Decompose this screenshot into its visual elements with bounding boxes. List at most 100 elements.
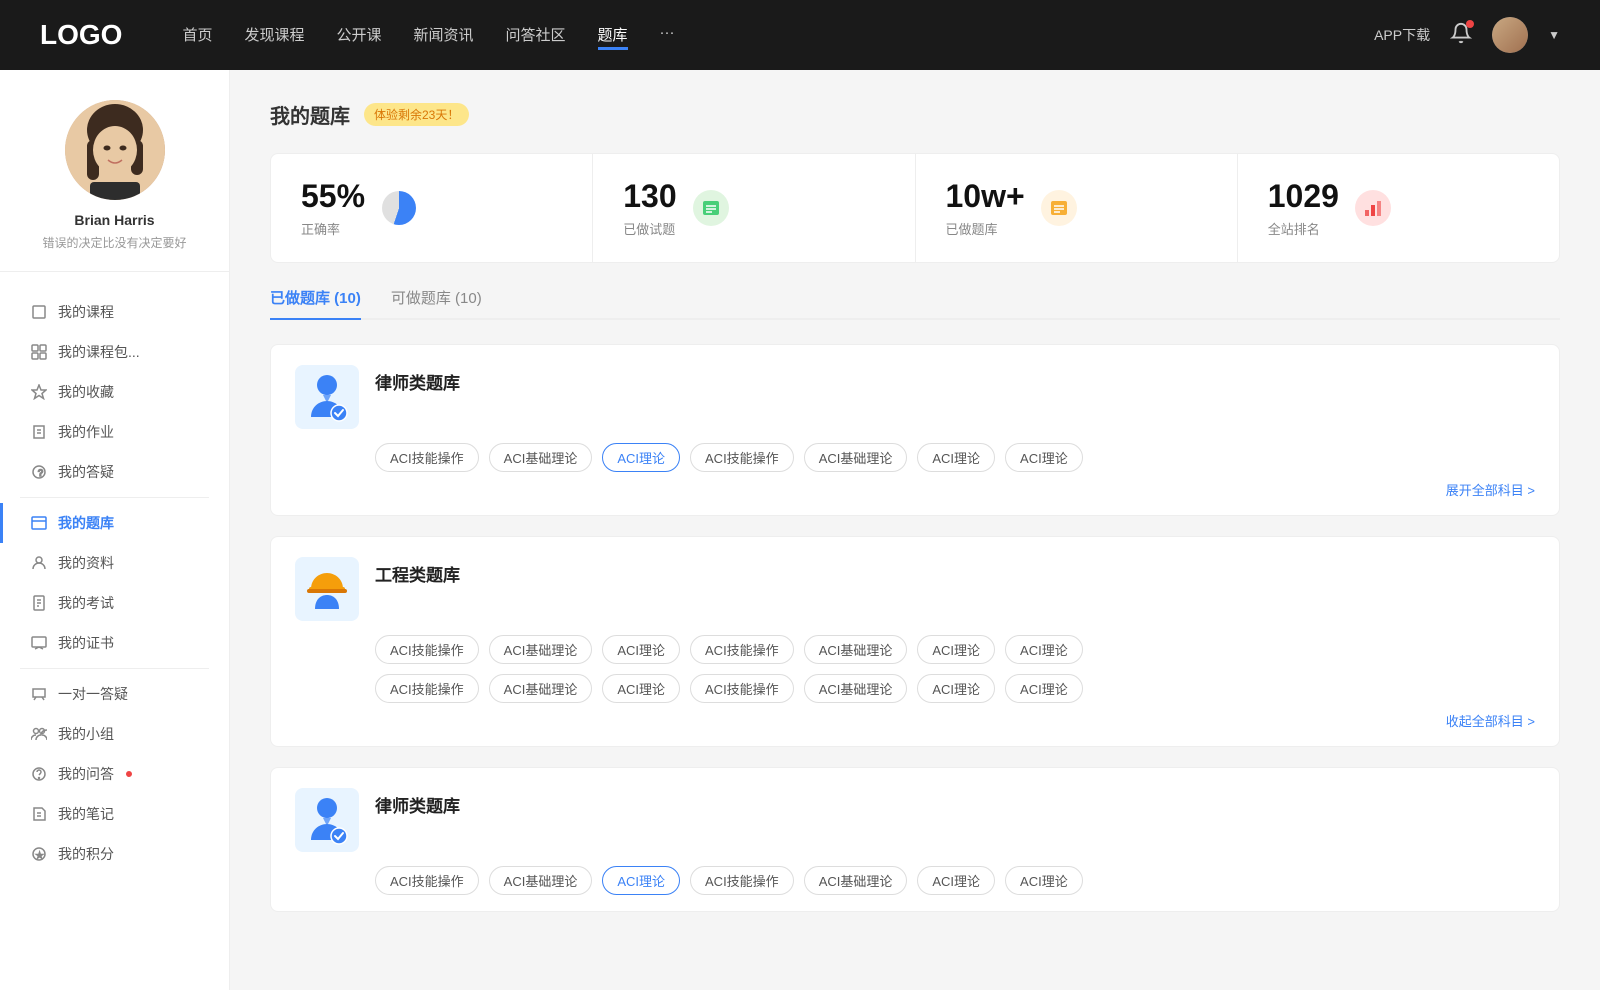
sidebar-divider-2 — [20, 668, 209, 669]
tag-lawyer-1-0[interactable]: ACI技能操作 — [375, 443, 479, 472]
bank-card-engineer-header: 工程类题库 — [295, 557, 1535, 621]
bank-icon-lawyer-2 — [295, 788, 359, 852]
sidebar-item-mypoints[interactable]: ★ 我的积分 — [0, 834, 229, 874]
expand-link-lawyer-1[interactable]: 展开全部科目 > — [1446, 480, 1535, 499]
tag-eng-1[interactable]: ACI基础理论 — [489, 635, 593, 664]
chart-red-icon — [1363, 198, 1383, 218]
notification-bell[interactable] — [1450, 22, 1472, 49]
bank-card-engineer: 工程类题库 ACI技能操作 ACI基础理论 ACI理论 ACI技能操作 ACI基… — [270, 536, 1560, 747]
accuracy-icon — [381, 190, 417, 226]
bank-title-engineer: 工程类题库 — [375, 557, 460, 586]
myanswers-icon: ? — [30, 463, 48, 481]
tag-eng-0[interactable]: ACI技能操作 — [375, 635, 479, 664]
tag-lawyer-2-6[interactable]: ACI理论 — [1005, 866, 1083, 895]
certificate-icon — [30, 634, 48, 652]
stat-accuracy-label: 正确率 — [301, 219, 365, 238]
sidebar-item-certificate[interactable]: 我的证书 — [0, 623, 229, 663]
tag-eng-r2-1[interactable]: ACI基础理论 — [489, 674, 593, 703]
sidebar-item-mynotes[interactable]: 我的笔记 — [0, 794, 229, 834]
tag-eng-5[interactable]: ACI理论 — [917, 635, 995, 664]
tag-eng-4[interactable]: ACI基础理论 — [804, 635, 908, 664]
coursepackage-icon — [30, 343, 48, 361]
nav-link-questionbank[interactable]: 题库 — [598, 20, 628, 50]
nav-link-discover[interactable]: 发现课程 — [244, 20, 304, 50]
main-content: 我的题库 体验剩余23天！ 55% 正确率 130 已做试题 — [230, 70, 1600, 990]
nav-right: APP下载 ▼ — [1374, 17, 1560, 53]
sidebar-item-questionbank[interactable]: 我的题库 — [0, 503, 229, 543]
bank-icon-engineer — [295, 557, 359, 621]
myquestions-notification-dot — [126, 771, 132, 777]
tag-eng-r2-6[interactable]: ACI理论 — [1005, 674, 1083, 703]
avatar-image — [1492, 17, 1528, 53]
list-orange-icon — [1049, 198, 1069, 218]
svg-text:?: ? — [38, 468, 43, 478]
sidebar-item-mygroup[interactable]: 我的小组 — [0, 714, 229, 754]
tabs-row: 已做题库 (10) 可做题库 (10) — [270, 287, 1560, 320]
nav-links: 首页 发现课程 公开课 新闻资讯 问答社区 题库 ··· — [182, 20, 1374, 50]
tag-lawyer-1-2[interactable]: ACI理论 — [602, 443, 680, 472]
tag-eng-r2-3[interactable]: ACI技能操作 — [690, 674, 794, 703]
navbar: LOGO 首页 发现课程 公开课 新闻资讯 问答社区 题库 ··· APP下载 … — [0, 0, 1600, 70]
stat-ranking: 1029 全站排名 — [1238, 154, 1559, 262]
sidebar-item-myanswers[interactable]: ? 我的答疑 — [0, 452, 229, 492]
tab-done-banks[interactable]: 已做题库 (10) — [270, 287, 361, 318]
sidebar-item-homework[interactable]: 我的作业 — [0, 412, 229, 452]
stat-done-questions-value: 130 — [623, 178, 676, 215]
sidebar-item-coursepackage[interactable]: 我的课程包... — [0, 332, 229, 372]
tag-eng-6[interactable]: ACI理论 — [1005, 635, 1083, 664]
stat-ranking-text: 1029 全站排名 — [1268, 178, 1339, 238]
avatar-svg — [65, 100, 165, 200]
tag-eng-3[interactable]: ACI技能操作 — [690, 635, 794, 664]
stat-done-questions: 130 已做试题 — [593, 154, 915, 262]
tag-lawyer-2-1[interactable]: ACI基础理论 — [489, 866, 593, 895]
tag-eng-r2-0[interactable]: ACI技能操作 — [375, 674, 479, 703]
nav-link-home[interactable]: 首页 — [182, 20, 212, 50]
lawyer-icon-svg-2 — [303, 794, 351, 846]
bank-card-lawyer-1: 律师类题库 ACI技能操作 ACI基础理论 ACI理论 ACI技能操作 ACI基… — [270, 344, 1560, 516]
page-header: 我的题库 体验剩余23天！ — [270, 100, 1560, 129]
tag-lawyer-1-3[interactable]: ACI技能操作 — [690, 443, 794, 472]
nav-link-news[interactable]: 新闻资讯 — [414, 20, 474, 50]
tag-eng-r2-4[interactable]: ACI基础理论 — [804, 674, 908, 703]
sidebar-item-myquestions[interactable]: 我的问答 — [0, 754, 229, 794]
tag-lawyer-2-5[interactable]: ACI理论 — [917, 866, 995, 895]
sidebar-item-myprofile[interactable]: 我的资料 — [0, 543, 229, 583]
bank-tags-engineer-row2: ACI技能操作 ACI基础理论 ACI理论 ACI技能操作 ACI基础理论 AC… — [375, 674, 1535, 703]
sidebar-divider-1 — [20, 497, 209, 498]
sidebar-item-1on1[interactable]: 一对一答疑 — [0, 674, 229, 714]
stat-done-banks-label: 已做题库 — [946, 219, 1025, 238]
sidebar-item-mycourse[interactable]: 我的课程 — [0, 292, 229, 332]
sidebar-item-myexam[interactable]: 我的考试 — [0, 583, 229, 623]
tag-eng-r2-2[interactable]: ACI理论 — [602, 674, 680, 703]
favorites-icon — [30, 383, 48, 401]
tag-lawyer-2-3[interactable]: ACI技能操作 — [690, 866, 794, 895]
tag-lawyer-1-1[interactable]: ACI基础理论 — [489, 443, 593, 472]
nav-link-qa[interactable]: 问答社区 — [506, 20, 566, 50]
stat-ranking-value: 1029 — [1268, 178, 1339, 215]
stat-done-banks: 10w+ 已做题库 — [916, 154, 1238, 262]
tag-lawyer-1-5[interactable]: ACI理论 — [917, 443, 995, 472]
done-banks-icon — [1041, 190, 1077, 226]
tag-lawyer-2-0[interactable]: ACI技能操作 — [375, 866, 479, 895]
collapse-link-engineer[interactable]: 收起全部科目 > — [1446, 711, 1535, 730]
app-download-button[interactable]: APP下载 — [1374, 25, 1430, 45]
tab-available-banks[interactable]: 可做题库 (10) — [391, 287, 482, 318]
user-menu-chevron[interactable]: ▼ — [1548, 28, 1560, 42]
tag-lawyer-1-6[interactable]: ACI理论 — [1005, 443, 1083, 472]
tag-eng-r2-5[interactable]: ACI理论 — [917, 674, 995, 703]
logo[interactable]: LOGO — [40, 19, 122, 51]
myquestions-icon — [30, 765, 48, 783]
tag-eng-2[interactable]: ACI理论 — [602, 635, 680, 664]
tag-lawyer-2-2[interactable]: ACI理论 — [602, 866, 680, 895]
bank-footer-engineer: 收起全部科目 > — [295, 711, 1535, 730]
stat-ranking-label: 全站排名 — [1268, 219, 1339, 238]
tag-lawyer-1-4[interactable]: ACI基础理论 — [804, 443, 908, 472]
stat-done-banks-text: 10w+ 已做题库 — [946, 178, 1025, 238]
tag-lawyer-2-4[interactable]: ACI基础理论 — [804, 866, 908, 895]
mypoints-icon: ★ — [30, 845, 48, 863]
engineer-icon-svg — [303, 563, 351, 615]
user-avatar[interactable] — [1492, 17, 1528, 53]
sidebar-item-favorites[interactable]: 我的收藏 — [0, 372, 229, 412]
nav-link-opencourse[interactable]: 公开课 — [336, 20, 381, 50]
nav-link-more[interactable]: ··· — [660, 20, 675, 50]
